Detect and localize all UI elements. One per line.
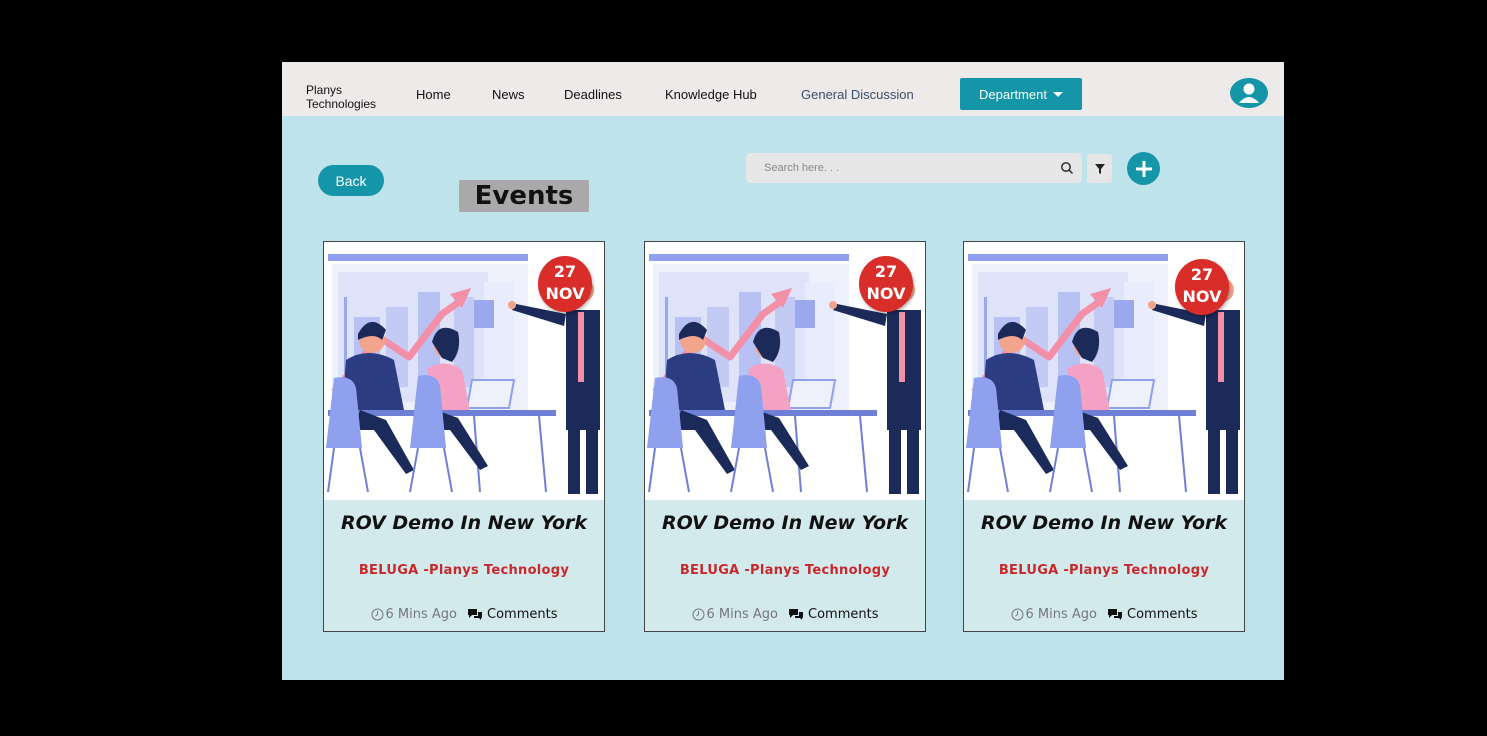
event-time: 6 Mins Ago xyxy=(692,607,778,622)
comments-link[interactable]: Comments xyxy=(788,607,878,622)
date-badge: 27 NOV xyxy=(859,256,913,312)
brand-line-2: Technologies xyxy=(306,97,377,111)
search-input[interactable] xyxy=(764,153,1044,183)
event-organizer: BELUGA -Planys Technology xyxy=(358,563,570,578)
event-time-text: 6 Mins Ago xyxy=(706,607,778,622)
add-event-button[interactable] xyxy=(1127,152,1160,185)
event-time: 6 Mins Ago xyxy=(1011,607,1097,622)
comments-label: Comments xyxy=(808,607,879,622)
comments-icon xyxy=(468,609,482,620)
clock-icon xyxy=(1011,608,1024,621)
nav-home[interactable]: Home xyxy=(416,87,451,102)
filter-button[interactable] xyxy=(1087,154,1112,183)
department-label: Department xyxy=(979,86,1047,102)
back-button[interactable]: Back xyxy=(318,165,384,196)
date-day: 27 xyxy=(1190,265,1214,284)
event-meta: 6 Mins Ago Comments xyxy=(964,607,1244,622)
app-window: Planys Technologies Home News Deadlines … xyxy=(282,62,1284,680)
comments-icon xyxy=(789,609,803,620)
user-icon xyxy=(1239,83,1259,103)
event-meta: 6 Mins Ago Comments xyxy=(324,607,604,622)
date-day: 27 xyxy=(553,262,577,281)
nav-general-discussion[interactable]: General Discussion xyxy=(801,87,914,102)
event-card[interactable]: 27 NOV ROV Demo In New York BELUGA -Plan… xyxy=(323,241,605,632)
date-month: NOV xyxy=(1182,287,1222,306)
comments-label: Comments xyxy=(487,607,558,622)
event-card[interactable]: 27 NOV ROV Demo In New York BELUGA -Plan… xyxy=(963,241,1245,632)
clock-icon xyxy=(692,608,705,621)
comments-link[interactable]: Comments xyxy=(1107,607,1197,622)
search-icon[interactable] xyxy=(1060,161,1074,175)
date-month: NOV xyxy=(545,284,585,303)
date-day: 27 xyxy=(874,262,898,281)
event-time-text: 6 Mins Ago xyxy=(385,607,457,622)
event-card[interactable]: 27 NOV ROV Demo In New York BELUGA -Plan… xyxy=(644,241,926,632)
brand-logo[interactable]: Planys Technologies xyxy=(306,83,376,111)
caret-down-icon xyxy=(1052,91,1063,97)
nav-deadlines[interactable]: Deadlines xyxy=(564,87,622,102)
nav-knowledge-hub[interactable]: Knowledge Hub xyxy=(665,87,757,102)
event-organizer: BELUGA -Planys Technology xyxy=(679,563,891,578)
comments-label: Comments xyxy=(1127,607,1198,622)
clock-icon xyxy=(371,608,384,621)
department-dropdown[interactable]: Department xyxy=(960,78,1082,110)
comments-icon xyxy=(1108,609,1122,620)
date-badge: 27 NOV xyxy=(1175,259,1229,315)
event-organizer: BELUGA -Planys Technology xyxy=(998,563,1210,578)
brand-line-1: Planys xyxy=(306,83,343,97)
plus-icon xyxy=(1135,160,1152,177)
top-navbar: Planys Technologies Home News Deadlines … xyxy=(282,62,1284,116)
date-month: NOV xyxy=(866,284,906,303)
event-title[interactable]: ROV Demo In New York xyxy=(964,512,1244,534)
search-bar xyxy=(746,153,1082,183)
event-meta: 6 Mins Ago Comments xyxy=(645,607,925,622)
event-title[interactable]: ROV Demo In New York xyxy=(645,512,925,534)
event-title[interactable]: ROV Demo In New York xyxy=(324,512,604,534)
event-time-text: 6 Mins Ago xyxy=(1025,607,1097,622)
nav-news[interactable]: News xyxy=(492,87,525,102)
page-title: Events xyxy=(459,180,589,212)
event-time: 6 Mins Ago xyxy=(371,607,457,622)
filter-icon xyxy=(1094,163,1105,174)
user-avatar[interactable] xyxy=(1230,78,1268,108)
comments-link[interactable]: Comments xyxy=(467,607,557,622)
date-badge: 27 NOV xyxy=(538,256,592,312)
